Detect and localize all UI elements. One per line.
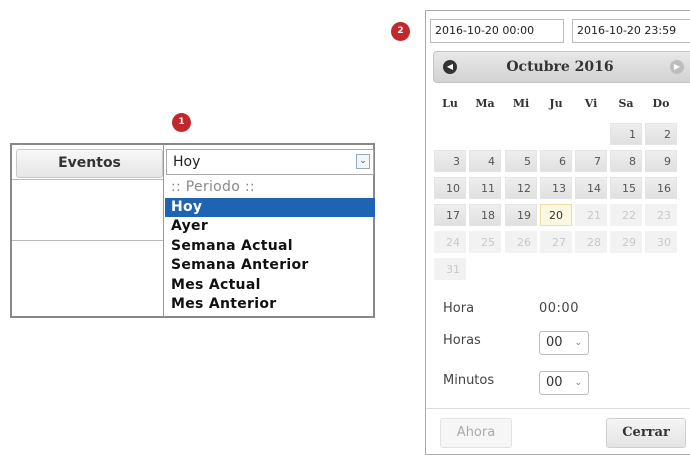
column-divider bbox=[163, 145, 164, 316]
calendar-day: 29 bbox=[610, 231, 642, 253]
period-option-placeholder[interactable]: :: Periodo :: bbox=[165, 178, 375, 198]
calendar-day[interactable]: 3 bbox=[434, 150, 466, 172]
chevron-down-icon[interactable]: ⌄ bbox=[356, 154, 370, 169]
calendar-header: ◀ Octubre 2016 ▶ bbox=[433, 51, 690, 83]
next-month-icon[interactable]: ▶ bbox=[670, 60, 684, 74]
calendar-day[interactable]: 15 bbox=[610, 177, 642, 199]
step-1-badge: 1 bbox=[172, 113, 191, 132]
calendar-day[interactable]: 20 bbox=[540, 204, 572, 226]
period-select[interactable]: Hoy ⌄ bbox=[166, 149, 374, 175]
filter-panel: Eventos Hoy ⌄ :: Periodo :: Hoy Ayer Sem… bbox=[10, 143, 375, 318]
horas-select-value: 00 bbox=[546, 335, 563, 350]
period-option-ayer[interactable]: Ayer bbox=[165, 217, 375, 237]
row-divider bbox=[12, 240, 163, 241]
date-from-input[interactable]: 2016-10-20 00:00 bbox=[430, 19, 564, 43]
weekday-label: Ju bbox=[549, 97, 563, 110]
period-option-semana-actual[interactable]: Semana Actual bbox=[165, 237, 375, 257]
calendar-day[interactable]: 8 bbox=[610, 150, 642, 172]
minutos-select-value: 00 bbox=[546, 375, 563, 390]
weekday-label: Lu bbox=[442, 97, 458, 110]
month-title: Octubre 2016 bbox=[506, 59, 614, 75]
period-select-value: Hoy bbox=[173, 154, 201, 170]
hora-label: Hora bbox=[443, 301, 475, 316]
chevron-down-icon: ⌄ bbox=[574, 378, 582, 388]
footer-divider bbox=[426, 408, 690, 409]
calendar-day[interactable]: 9 bbox=[645, 150, 677, 172]
weekday-label: Mi bbox=[512, 97, 530, 110]
minutos-label: Minutos bbox=[443, 373, 495, 388]
horas-select[interactable]: 00 ⌄ bbox=[539, 331, 589, 355]
ahora-button[interactable]: Ahora bbox=[440, 418, 512, 448]
calendar-day: 24 bbox=[434, 231, 466, 253]
calendar-day[interactable]: 18 bbox=[469, 204, 501, 226]
calendar-day[interactable]: 10 bbox=[434, 177, 466, 199]
calendar-day[interactable]: 11 bbox=[469, 177, 501, 199]
weekday-label: Sa bbox=[618, 97, 634, 110]
calendar-day[interactable]: 2 bbox=[645, 123, 677, 145]
calendar-day: 30 bbox=[645, 231, 677, 253]
calendar-day: 27 bbox=[540, 231, 572, 253]
horas-label: Horas bbox=[443, 333, 481, 348]
weekday-label: Do bbox=[652, 97, 670, 110]
calendar-day: 31 bbox=[434, 258, 466, 280]
period-option-mes-actual[interactable]: Mes Actual bbox=[165, 276, 375, 296]
hora-value: 00:00 bbox=[539, 301, 579, 316]
calendar-day[interactable]: 19 bbox=[505, 204, 537, 226]
date-to-input[interactable]: 2016-10-20 23:59 bbox=[572, 19, 690, 43]
cerrar-button[interactable]: Cerrar bbox=[606, 418, 686, 448]
period-option-hoy[interactable]: Hoy bbox=[165, 197, 375, 217]
calendar-day: 22 bbox=[610, 204, 642, 226]
period-option-mes-anterior[interactable]: Mes Anterior bbox=[165, 295, 375, 315]
calendar-day: 25 bbox=[469, 231, 501, 253]
calendar-day[interactable]: 4 bbox=[469, 150, 501, 172]
calendar-day[interactable]: 16 bbox=[645, 177, 677, 199]
weekday-label: Vi bbox=[584, 97, 598, 110]
calendar-day[interactable]: 6 bbox=[540, 150, 572, 172]
datetime-picker: 2016-10-20 00:00 2016-10-20 23:59 ◀ Octu… bbox=[425, 10, 690, 455]
calendar-day[interactable]: 12 bbox=[505, 177, 537, 199]
calendar-day[interactable]: 14 bbox=[575, 177, 607, 199]
step-2-badge: 2 bbox=[391, 22, 410, 41]
minutos-select[interactable]: 00 ⌄ bbox=[539, 371, 589, 395]
calendar-day: 23 bbox=[645, 204, 677, 226]
calendar-day[interactable]: 17 bbox=[434, 204, 466, 226]
calendar-day: 21 bbox=[575, 204, 607, 226]
row-divider bbox=[12, 179, 163, 180]
period-dropdown: :: Periodo :: Hoy Ayer Semana Actual Sem… bbox=[165, 178, 375, 315]
calendar-day: 26 bbox=[505, 231, 537, 253]
eventos-button[interactable]: Eventos bbox=[16, 149, 163, 178]
period-option-semana-anterior[interactable]: Semana Anterior bbox=[165, 256, 375, 276]
calendar-day[interactable]: 13 bbox=[540, 177, 572, 199]
calendar-day[interactable]: 1 bbox=[610, 123, 642, 145]
calendar-day[interactable]: 5 bbox=[505, 150, 537, 172]
calendar-day: 28 bbox=[575, 231, 607, 253]
chevron-down-icon: ⌄ bbox=[574, 338, 582, 348]
calendar-day[interactable]: 7 bbox=[575, 150, 607, 172]
weekday-label: Ma bbox=[475, 97, 495, 110]
